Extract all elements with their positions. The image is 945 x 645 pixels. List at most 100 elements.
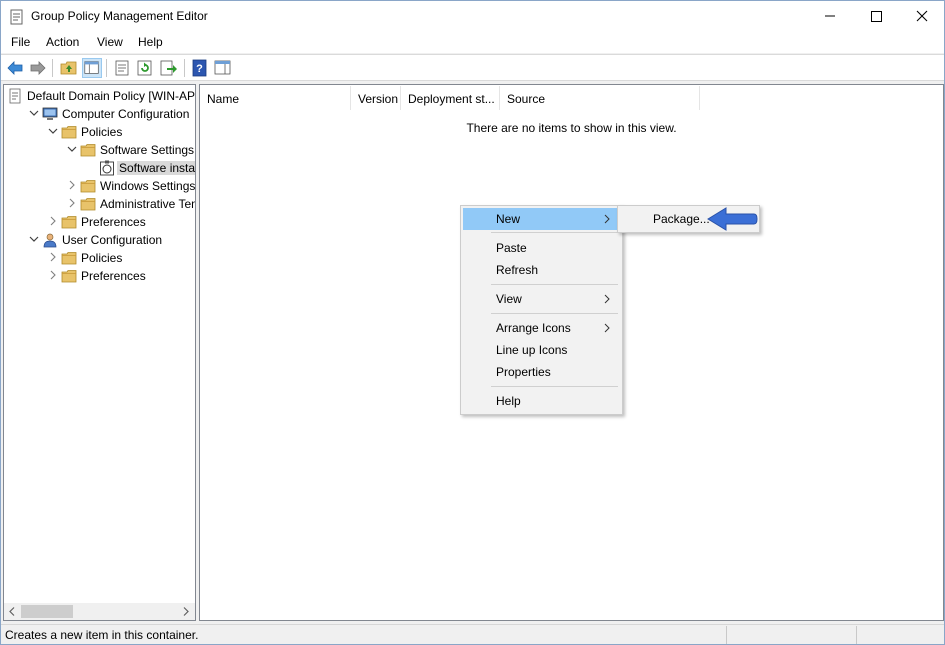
context-menu-paste[interactable]: Paste [463,237,620,259]
minimize-button[interactable] [807,1,853,31]
chevron-right-icon[interactable] [47,251,59,263]
scroll-left-icon[interactable] [8,607,16,616]
context-menu-help[interactable]: Help [463,390,620,412]
column-header-version[interactable]: Version [351,86,401,112]
chevron-right-icon[interactable] [47,269,59,281]
empty-list-message: There are no items to show in this view. [466,121,677,135]
menu-item-label: Refresh [496,263,539,277]
title-bar[interactable]: Group Policy Management Editor [1,1,944,32]
back-icon[interactable] [5,58,25,78]
context-menu: New Paste Refresh View Arrange Icons Lin… [460,205,623,415]
tree-item[interactable]: Computer Configuration [4,105,195,123]
window-title: Group Policy Management Editor [31,9,208,23]
tree-item[interactable]: Preferences [4,213,195,231]
help-icon[interactable]: ? [190,58,210,78]
horizontal-scrollbar[interactable] [4,603,195,620]
folder-icon [61,252,77,265]
tree-item-label: Windows Settings [100,179,196,193]
folder-icon [80,198,96,211]
chevron-down-icon[interactable] [28,107,40,119]
maximize-button[interactable] [853,1,899,31]
tree-item[interactable]: Software installat [4,159,195,177]
menu-item-label: Properties [496,365,551,379]
menu-item-label: Package... [653,212,710,226]
menu-item-label: Arrange Icons [496,321,571,335]
submenu-chevron-icon [604,214,610,224]
chevron-down-icon[interactable] [28,233,40,245]
tree-item-label: Computer Configuration [62,107,190,121]
menu-help[interactable]: Help [138,35,163,49]
scroll-right-icon[interactable] [182,607,190,616]
folder-icon [80,180,96,193]
tree-item[interactable]: Software Settings [4,141,195,159]
menu-item-label: Line up Icons [496,343,568,357]
context-menu-line-up-icons[interactable]: Line up Icons [463,339,620,361]
tree-item[interactable]: Windows Settings [4,177,196,195]
export-list-icon[interactable] [158,58,178,78]
menu-item-label: Help [496,394,521,408]
submenu-chevron-icon [604,294,610,304]
scrollbar-thumb[interactable] [21,605,73,618]
gpo-editor-icon [10,9,23,25]
tree-item[interactable]: Policies [4,123,195,141]
menu-item-label: View [496,292,522,306]
close-button[interactable] [899,1,945,31]
software-install-icon [100,160,114,176]
tree-item[interactable]: Administrative Temp [4,195,195,213]
chevron-down-icon[interactable] [47,125,59,137]
folder-icon [61,126,77,139]
column-header-source[interactable]: Source [500,86,700,112]
toolbar: ? [1,54,944,81]
chevron-right-icon[interactable] [47,215,59,227]
menu-separator [491,313,618,314]
context-menu-properties[interactable]: Properties [463,361,620,383]
menu-view[interactable]: View [97,35,123,49]
context-menu-new[interactable]: New [463,208,620,230]
show-action-pane-icon[interactable] [213,58,233,78]
column-label: Deployment st... [408,92,495,106]
refresh-icon[interactable] [135,58,155,78]
column-label: Version [358,92,399,106]
tree-item[interactable]: Preferences [4,267,195,285]
column-label: Source [507,92,546,106]
user-icon [43,233,57,248]
menu-bar: File Action View Help [1,32,944,53]
up-folder-icon[interactable] [59,58,79,78]
tree-item-label: User Configuration [62,233,163,247]
forward-icon[interactable] [28,58,48,78]
toolbar-separator [106,59,107,77]
status-divider [856,626,857,644]
chevron-right-icon[interactable] [66,197,78,209]
tree-item[interactable]: User Configuration [4,231,195,249]
menu-file[interactable]: File [11,35,30,49]
console-tree: Default Domain Policy [WIN-AP Computer Co… [3,84,196,621]
tree-item-label: Default Domain Policy [WIN-AP [27,89,196,103]
tree-item-label: Preferences [81,269,146,283]
menu-action[interactable]: Action [46,35,79,49]
toolbar-separator [184,59,185,77]
tree-item-label: Policies [81,251,123,265]
menu-separator [491,284,618,285]
tree-item-label: Administrative Temp [100,197,195,211]
submenu-chevron-icon [604,323,610,333]
properties-icon[interactable] [112,58,132,78]
context-menu-refresh[interactable]: Refresh [463,259,620,281]
context-menu-arrange-icons[interactable]: Arrange Icons [463,317,620,339]
column-header-name[interactable]: Name [200,86,351,112]
tree-item[interactable]: Policies [4,249,195,267]
chevron-right-icon[interactable] [66,179,78,191]
status-bar: Creates a new item in this container. [1,624,944,644]
folder-icon [80,144,96,157]
menu-separator [491,232,618,233]
context-menu-view[interactable]: View [463,288,620,310]
show-hide-tree-icon[interactable] [82,58,102,78]
toolbar-separator [52,59,53,77]
tree-item[interactable]: Default Domain Policy [WIN-AP [4,87,196,105]
policy-doc-icon [9,88,21,104]
menu-item-label: Paste [496,241,527,255]
tree-item-label: Preferences [81,215,146,229]
chevron-down-icon[interactable] [66,143,78,155]
column-header-deployment-state[interactable]: Deployment st... [401,86,500,112]
menu-item-label: New [496,212,521,226]
tree-item-label: Software installat [117,161,195,175]
